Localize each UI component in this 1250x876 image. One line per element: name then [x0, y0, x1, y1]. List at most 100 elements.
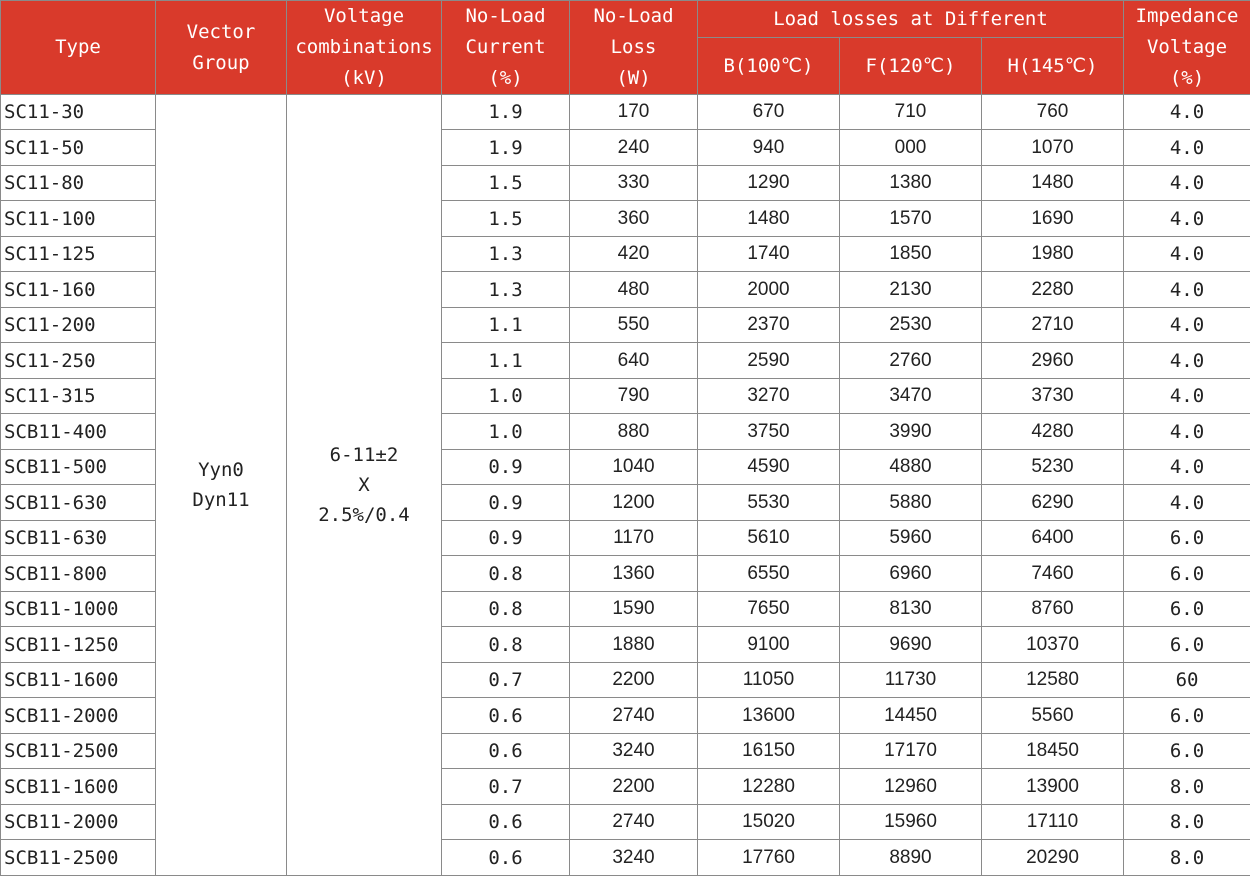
cell-load-loss-h: 8760 — [982, 592, 1124, 627]
cell-impedance-voltage: 6.0 — [1124, 556, 1250, 592]
cell-type: SCB11-2000 — [1, 698, 156, 734]
cell-impedance-voltage: 4.0 — [1124, 237, 1250, 272]
cell-load-loss-f: 5880 — [840, 485, 982, 521]
cell-type: SCB11-800 — [1, 556, 156, 592]
cell-load-loss-b: 940 — [698, 130, 840, 166]
cell-load-loss-b: 1740 — [698, 237, 840, 272]
cell-load-loss-b: 670 — [698, 95, 840, 130]
cell-load-loss-b: 2590 — [698, 343, 840, 379]
cell-impedance-voltage: 4.0 — [1124, 414, 1250, 450]
cell-load-loss-f: 12960 — [840, 769, 982, 805]
cell-load-loss-b: 2000 — [698, 272, 840, 308]
cell-load-loss-f: 710 — [840, 95, 982, 130]
cell-impedance-voltage: 4.0 — [1124, 379, 1250, 414]
cell-no-load-loss: 2200 — [570, 663, 698, 698]
cell-type: SC11-125 — [1, 237, 156, 272]
cell-type: SC11-250 — [1, 343, 156, 379]
cell-type: SC11-30 — [1, 95, 156, 130]
cell-load-loss-b: 12280 — [698, 769, 840, 805]
cell-no-load-loss: 2200 — [570, 769, 698, 805]
cell-load-loss-h: 2960 — [982, 343, 1124, 379]
cell-no-load-loss: 1360 — [570, 556, 698, 592]
cell-impedance-voltage: 6.0 — [1124, 592, 1250, 627]
cell-type: SCB11-630 — [1, 485, 156, 521]
cell-load-loss-b: 2370 — [698, 308, 840, 343]
cell-type: SC11-80 — [1, 166, 156, 201]
cell-type: SC11-315 — [1, 379, 156, 414]
cell-no-load-loss: 790 — [570, 379, 698, 414]
cell-load-loss-b: 11050 — [698, 663, 840, 698]
cell-no-load-current: 0.9 — [442, 485, 570, 521]
cell-load-loss-f: 1380 — [840, 166, 982, 201]
header-load-loss-f: F(120℃) — [840, 38, 982, 95]
header-load-loss-h: H(145℃) — [982, 38, 1124, 95]
cell-no-load-current: 0.8 — [442, 556, 570, 592]
cell-impedance-voltage: 6.0 — [1124, 521, 1250, 556]
cell-no-load-current: 1.0 — [442, 379, 570, 414]
cell-type: SCB11-1600 — [1, 663, 156, 698]
cell-load-loss-f: 1570 — [840, 201, 982, 237]
cell-type: SC11-50 — [1, 130, 156, 166]
header-vector-group: Vector Group — [156, 1, 287, 95]
cell-type: SCB11-1000 — [1, 592, 156, 627]
cell-load-loss-f: 3470 — [840, 379, 982, 414]
cell-load-loss-b: 1290 — [698, 166, 840, 201]
cell-no-load-current: 1.9 — [442, 130, 570, 166]
cell-no-load-current: 1.1 — [442, 308, 570, 343]
cell-voltage-combinations: 6-11±2 X 2.5%/0.4 — [287, 95, 442, 876]
cell-impedance-voltage: 4.0 — [1124, 450, 1250, 485]
cell-no-load-current: 0.6 — [442, 698, 570, 734]
cell-no-load-current: 1.3 — [442, 237, 570, 272]
cell-load-loss-f: 15960 — [840, 805, 982, 840]
cell-load-loss-f: 11730 — [840, 663, 982, 698]
cell-no-load-loss: 1880 — [570, 627, 698, 663]
cell-load-loss-h: 4280 — [982, 414, 1124, 450]
cell-impedance-voltage: 8.0 — [1124, 805, 1250, 840]
cell-impedance-voltage: 6.0 — [1124, 734, 1250, 769]
cell-no-load-current: 1.9 — [442, 95, 570, 130]
cell-no-load-loss: 2740 — [570, 805, 698, 840]
cell-type: SCB11-630 — [1, 521, 156, 556]
cell-load-loss-f: 9690 — [840, 627, 982, 663]
cell-no-load-loss: 360 — [570, 201, 698, 237]
transformer-spec-table: Type Vector Group Voltage combinations (… — [0, 0, 1250, 876]
cell-load-loss-h: 3730 — [982, 379, 1124, 414]
cell-impedance-voltage: 6.0 — [1124, 627, 1250, 663]
cell-load-loss-f: 2130 — [840, 272, 982, 308]
header-load-losses: Load losses at Different — [698, 1, 1124, 38]
cell-load-loss-b: 7650 — [698, 592, 840, 627]
cell-no-load-current: 0.8 — [442, 592, 570, 627]
cell-impedance-voltage: 4.0 — [1124, 308, 1250, 343]
cell-load-loss-h: 2280 — [982, 272, 1124, 308]
cell-load-loss-h: 6290 — [982, 485, 1124, 521]
cell-type: SC11-200 — [1, 308, 156, 343]
header-load-loss-b: B(100℃) — [698, 38, 840, 95]
cell-no-load-loss: 3240 — [570, 734, 698, 769]
cell-load-loss-b: 5610 — [698, 521, 840, 556]
cell-load-loss-f: 8130 — [840, 592, 982, 627]
cell-type: SCB11-2000 — [1, 805, 156, 840]
cell-type: SCB11-1600 — [1, 769, 156, 805]
cell-load-loss-f: 17170 — [840, 734, 982, 769]
cell-no-load-loss: 880 — [570, 414, 698, 450]
cell-load-loss-h: 760 — [982, 95, 1124, 130]
cell-load-loss-b: 13600 — [698, 698, 840, 734]
cell-load-loss-h: 12580 — [982, 663, 1124, 698]
cell-no-load-loss: 1170 — [570, 521, 698, 556]
cell-load-loss-b: 16150 — [698, 734, 840, 769]
cell-vector-group: Yyn0 Dyn11 — [156, 95, 287, 876]
cell-type: SCB11-400 — [1, 414, 156, 450]
cell-load-loss-h: 6400 — [982, 521, 1124, 556]
cell-impedance-voltage: 4.0 — [1124, 130, 1250, 166]
cell-type: SC11-100 — [1, 201, 156, 237]
cell-load-loss-b: 3750 — [698, 414, 840, 450]
cell-no-load-current: 0.7 — [442, 663, 570, 698]
cell-load-loss-f: 8890 — [840, 840, 982, 876]
cell-load-loss-h: 10370 — [982, 627, 1124, 663]
cell-type: SCB11-2500 — [1, 840, 156, 876]
cell-no-load-current: 0.6 — [442, 805, 570, 840]
cell-no-load-current: 1.1 — [442, 343, 570, 379]
cell-no-load-loss: 480 — [570, 272, 698, 308]
cell-load-loss-f: 14450 — [840, 698, 982, 734]
cell-load-loss-h: 20290 — [982, 840, 1124, 876]
